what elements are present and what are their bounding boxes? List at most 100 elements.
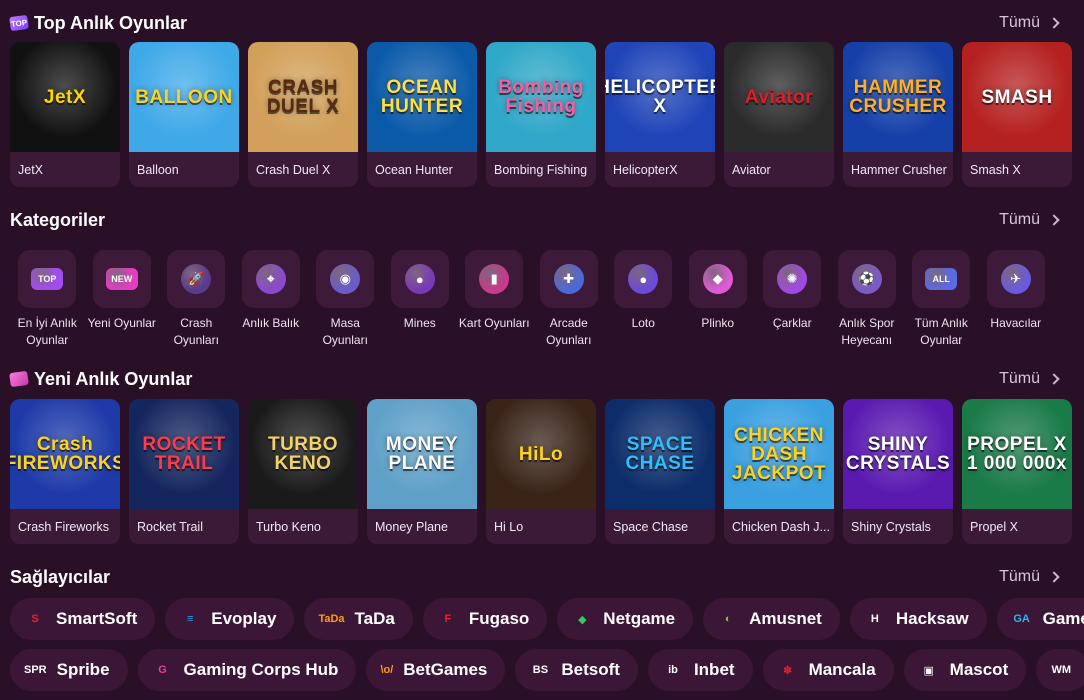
provider-netgame[interactable]: ◆ Netgame [557,598,694,640]
game-card-rocket-trail[interactable]: ROCKET TRAIL Rocket Trail [129,399,239,544]
categories-see-all[interactable]: Tümü [999,211,1074,229]
all-badge-icon: ALL [925,268,958,290]
provider-gaming-corps-hub[interactable]: G Gaming Corps Hub [137,649,357,691]
game-logo-text: MONEY PLANE [385,434,459,474]
provider-name: BetGames [403,660,488,679]
game-logo-text: SMASH [981,86,1053,108]
provider-fugaso[interactable]: F Fugaso [422,598,548,640]
category-label: Kart Oyunları [458,316,530,330]
provider-mascot[interactable]: ▣ Mascot [903,649,1027,691]
category-kart-oyunlar[interactable]: ▮ Kart Oyunları [457,250,532,349]
game-name: Money Plane [375,519,448,534]
game-card-jetx[interactable]: JetX JetX [10,42,120,187]
provider-tada[interactable]: TaDa TaDa [304,598,413,640]
game-card-balloon[interactable]: BALLOON Balloon [129,42,239,187]
category-plinko[interactable]: ◆ Plinko [681,250,756,349]
provider-wm[interactable]: WM [1036,649,1084,691]
game-logo-text: Bombing Fishing [498,77,584,117]
provider-name: Fugaso [468,609,530,628]
category-icon-box: ✚ [539,250,598,308]
game-card-ocean-hunter[interactable]: OCEAN HUNTER Ocean Hunter [367,42,477,187]
category-anl-k-bal-k[interactable]: ⌖ Anlık Balık [234,250,309,349]
game-card-propel-x[interactable]: PROPEL X 1 000 000x Propel X [962,399,1072,544]
game-thumbnail: PROPEL X 1 000 000x [962,399,1072,509]
category-icon-box: 🚀 [167,250,226,308]
provider-betsoft[interactable]: BS Betsoft [515,649,638,691]
category-label: Arcade Oyunları [546,316,592,347]
providers-see-all[interactable]: Tümü [999,568,1074,586]
provider-name: Mascot [949,660,1009,679]
category-t-m-anl-k-oyunlar[interactable]: ALL Tüm Anlık Oyunlar [904,250,979,349]
category-arcade-oyunlar[interactable]: ✚ Arcade Oyunları [532,250,607,349]
category-havac-lar[interactable]: ✈ Havacılar [979,250,1054,349]
game-thumbnail: Bombing Fishing [486,42,596,152]
category-mines[interactable]: ● Mines [383,250,458,349]
provider-inbet[interactable]: ib Inbet [647,649,753,691]
provider-name: Netgame [603,609,676,628]
game-card-money-plane[interactable]: MONEY PLANE Money Plane [367,399,477,544]
game-card-crash-duel-x[interactable]: CRASH DUEL X Crash Duel X [248,42,358,187]
game-card-smash-x[interactable]: SMASH Smash X [962,42,1072,187]
game-logo-text: SHINY CRYSTALS [845,434,951,474]
game-card-shiny-crystals[interactable]: SHINY CRYSTALS Shiny Crystals [843,399,953,544]
provider-name: Mancala [808,660,876,679]
category-label: Masa Oyunları [322,316,368,347]
category-label: Anlık Balık [242,316,300,330]
game-logo-icon: GA [1013,613,1030,625]
categories-title-text: Kategoriler [10,209,106,230]
provider-betgames[interactable]: \o/BetGames [366,649,506,691]
game-logo-text: PROPEL X 1 000 000x [966,434,1068,474]
game-card-hammer-crusher[interactable]: HAMMER CRUSHER Hammer Crusher [843,42,953,187]
game-name: Turbo Keno [256,519,321,534]
game-card-chicken-dash-j[interactable]: CHICKEN DASH JACKPOT Chicken Dash J... [724,399,834,544]
category-crash-oyunlar[interactable]: 🚀 Crash Oyunları [159,250,234,349]
fugaso-logo-icon: F [444,613,452,625]
category-yeni-oyunlar[interactable]: NEW Yeni Oyunlar [85,250,160,349]
game-name: Bombing Fishing [494,162,588,177]
game-thumbnail: OCEAN HUNTER [367,42,477,152]
game-thumbnail: SMASH [962,42,1072,152]
game-logo-text: BALLOON [135,86,233,108]
game-card-turbo-keno[interactable]: TURBO KENO Turbo Keno [248,399,358,544]
category-masa-oyunlar[interactable]: ◉ Masa Oyunları [308,250,383,349]
game-card-aviator[interactable]: Aviator Aviator [724,42,834,187]
category-label: Tüm Anlık Oyunlar [914,316,968,347]
game-card-bombing-fishing[interactable]: Bombing Fishing Bombing Fishing [486,42,596,187]
provider-spribe[interactable]: SPR Spribe [10,649,128,691]
new-games-see-all[interactable]: Tümü [999,370,1074,388]
new-badge-icon [9,370,29,388]
category-arklar[interactable]: ✺ Çarklar [755,250,830,349]
providers-row-2: SPR Spribe G Gaming Corps Hub \o/BetGames BS B… [10,649,1084,691]
providers-header: Sağlayıcılar Tümü [0,562,1084,592]
provider-evoplay[interactable]: ≡ Evoplay [165,598,295,640]
category-loto[interactable]: ● Loto [606,250,681,349]
game-name: Rocket Trail [137,519,203,534]
categories-header: Kategoriler Tümü [0,205,1084,235]
game-logo-text: JetX [43,86,87,108]
provider-hacksaw[interactable]: H Hacksaw [849,598,987,640]
game-name: Aviator [732,162,771,177]
provider-smartsoft[interactable]: S SmartSoft [10,598,156,640]
game-card-space-chase[interactable]: SPACE CHASE Space Chase [605,399,715,544]
sports-icon: ⚽ [851,264,882,294]
provider-amusnet[interactable]: ◐ Amusnet [703,598,840,640]
game-card-helicopterx[interactable]: HELICOPTER X HelicopterX [605,42,715,187]
game-card-crash-fireworks[interactable]: Crash FIREWORKS Crash Fireworks [10,399,120,544]
provider-mancala[interactable]: ✽ Mancala [762,649,894,691]
chevron-right-icon [1048,373,1060,385]
chevron-right-icon [1048,571,1060,583]
game-logo-text: Crash FIREWORKS [10,434,120,474]
providers-row-1: S SmartSoft ≡ Evoplay TaDa TaDa F Fugaso ◆ Netgam… [10,598,1084,640]
provider-name: SmartSoft [56,609,138,628]
joystick-icon: ✚ [553,264,584,294]
game-card-hi-lo[interactable]: HiLo Hi Lo [486,399,596,544]
new-games-header: Yeni Anlık Oyunlar Tümü [0,364,1084,394]
category-en-i-yi-anl-k-oyunlar[interactable]: TOP En İyi Anlık Oyunlar [10,250,85,349]
game-thumbnail: CHICKEN DASH JACKPOT [724,399,834,509]
top-games-see-all[interactable]: Tümü [999,14,1074,32]
provider-game[interactable]: GA Game [996,598,1084,640]
chevron-right-icon [1048,17,1060,29]
provider-name: Betsoft [561,660,620,679]
see-all-label: Tümü [999,211,1040,228]
category-anl-k-spor-heyecan[interactable]: ⚽ Anlık Spor Heyecanı [830,250,905,349]
